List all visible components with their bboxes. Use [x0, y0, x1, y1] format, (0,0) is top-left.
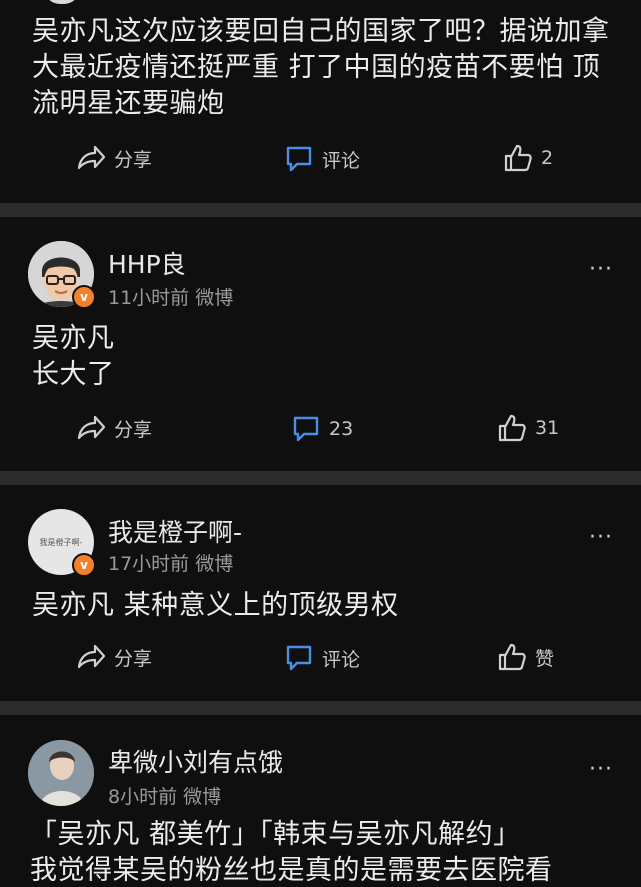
- thumbs-up-icon: [498, 414, 526, 442]
- username[interactable]: HHP良: [108, 245, 186, 281]
- post-text: 吴亦凡 长大了: [32, 321, 621, 393]
- more-options-button[interactable]: ···: [589, 257, 613, 282]
- share-button[interactable]: 分享: [76, 144, 152, 172]
- avatar[interactable]: [44, 0, 80, 4]
- like-button[interactable]: 2: [503, 143, 553, 173]
- like-button[interactable]: 赞: [497, 642, 554, 672]
- share-label: 分享: [114, 148, 153, 171]
- post-actions: 分享 评论 赞: [0, 640, 641, 680]
- divider: [0, 471, 641, 485]
- post-text-line: 长大了: [32, 359, 115, 390]
- comment-count: 23: [329, 418, 354, 440]
- more-options-button[interactable]: ···: [589, 757, 613, 782]
- verified-badge: v: [72, 285, 96, 309]
- verified-badge: v: [72, 553, 96, 577]
- avatar[interactable]: [28, 740, 94, 806]
- post-meta: 11小时前 微博: [108, 287, 234, 309]
- avatar[interactable]: 我是橙子啊- v: [28, 509, 96, 577]
- post-actions: 分享 评论 2: [0, 141, 641, 181]
- like-label: 赞: [535, 647, 555, 670]
- post-text-line: 「吴亦凡 都美竹」「韩束与吴亦凡解约」: [30, 819, 521, 850]
- post-text: 吴亦凡这次应该要回自己的国家了吧？据说加拿大最近疫情还挺严重 打了中国的疫苗不要…: [32, 16, 610, 119]
- share-button[interactable]: 分享: [76, 414, 152, 442]
- share-label: 分享: [114, 418, 153, 441]
- post-card: v HHP良 11小时前 微博 ··· 吴亦凡 长大了 分享 23 31: [0, 217, 641, 471]
- like-count: 2: [541, 147, 554, 169]
- avatar[interactable]: v: [28, 241, 96, 309]
- post-card: 吴亦凡这次应该要回自己的国家了吧？据说加拿大最近疫情还挺严重 打了中国的疫苗不要…: [0, 0, 641, 203]
- share-label: 分享: [114, 647, 153, 670]
- comment-icon: [286, 146, 312, 172]
- comment-icon: [293, 416, 319, 442]
- thumbs-up-icon: [498, 643, 526, 671]
- post-text: 吴亦凡 某种意义上的顶级男权: [32, 590, 399, 621]
- more-options-button[interactable]: ···: [589, 525, 613, 550]
- username[interactable]: 卑微小刘有点饿: [108, 743, 283, 779]
- share-button[interactable]: 分享: [76, 643, 152, 671]
- like-count: 31: [535, 417, 560, 439]
- comment-icon: [286, 645, 312, 671]
- post-text: 「吴亦凡 都美竹」「韩束与吴亦凡解约」 我觉得某吴的粉丝也是真的是需要去医院看: [30, 817, 621, 887]
- comment-button[interactable]: 评论: [284, 643, 360, 673]
- divider: [0, 701, 641, 715]
- comment-button[interactable]: 23: [291, 414, 353, 444]
- like-button[interactable]: 31: [497, 413, 559, 443]
- post-meta: 8小时前 微博: [108, 786, 222, 808]
- post-text-line: 我觉得某吴的粉丝也是真的是需要去医院看: [30, 855, 553, 886]
- comment-label: 评论: [322, 648, 361, 671]
- post-text-line: 吴亦凡: [32, 323, 115, 354]
- post-actions: 分享 23 31: [0, 411, 641, 451]
- divider: [0, 203, 641, 217]
- comment-label: 评论: [322, 149, 361, 172]
- avatar-photo-icon: [28, 740, 94, 806]
- share-icon: [77, 415, 106, 440]
- post-card: 卑微小刘有点饿 8小时前 微博 ··· 「吴亦凡 都美竹」「韩束与吴亦凡解约」 …: [0, 715, 641, 887]
- post-meta: 17小时前 微博: [108, 553, 234, 575]
- thumbs-up-icon: [504, 144, 532, 172]
- share-icon: [77, 145, 106, 170]
- username[interactable]: 我是橙子啊-: [108, 513, 242, 549]
- post-card: 我是橙子啊- v 我是橙子啊- 17小时前 微博 ··· 吴亦凡 某种意义上的顶…: [0, 485, 641, 701]
- share-icon: [77, 644, 106, 669]
- comment-button[interactable]: 评论: [284, 144, 360, 174]
- avatar-text: 我是橙子啊-: [39, 537, 83, 547]
